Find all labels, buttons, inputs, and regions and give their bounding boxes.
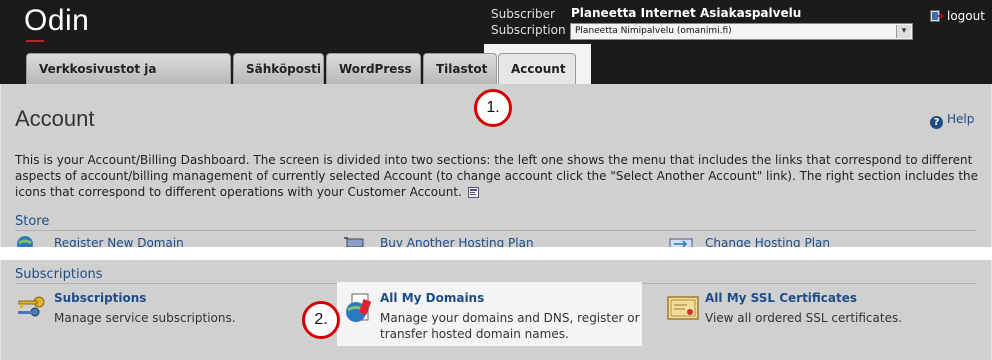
desc-line: Manage your domains and DNS, register or [380, 311, 640, 325]
tab-account[interactable]: Account [498, 53, 576, 85]
subscriber-value: Planeetta Internet Asiakaspalvelu [571, 6, 802, 20]
page-description-text: This is your Account/Billing Dashboard. … [15, 153, 979, 199]
info-icon[interactable] [467, 187, 479, 198]
logout-link[interactable]: logout [930, 9, 985, 23]
subscription-label: Subscription [491, 23, 566, 37]
all-my-ssl-certificates-link[interactable]: All My SSL Certificates [705, 291, 857, 305]
all-my-ssl-certificates-desc: View all ordered SSL certificates. [705, 310, 902, 326]
subscriptions-section-title: Subscriptions [15, 267, 103, 282]
subscription-select-value: Planeetta Nimipalvelu (omanimi.fi) [575, 26, 732, 36]
logout-icon [930, 10, 944, 22]
desc-line: Manage service subscriptions. [54, 311, 236, 325]
tab-label: WordPress [339, 62, 412, 76]
logout-label: logout [947, 9, 985, 23]
certificate-icon [667, 296, 699, 320]
tab-label: Sähköposti [246, 62, 322, 76]
all-my-domains-desc: Manage your domains and DNS, register or… [380, 310, 640, 342]
app-logo: Odin [24, 4, 90, 37]
store-section-title: Store [15, 214, 50, 229]
chevron-down-icon[interactable]: ▾ [896, 25, 911, 38]
keys-icon [18, 296, 45, 317]
callout-marker-2: 2. [302, 301, 340, 339]
help-icon: ? [930, 116, 943, 129]
logo-accent [26, 40, 44, 42]
page-title: Account [15, 106, 95, 131]
subscriptions-link[interactable]: Subscriptions [54, 291, 146, 305]
desc-line: View all ordered SSL certificates. [705, 311, 903, 325]
subscriptions-desc: Manage service subscriptions. [54, 310, 236, 326]
tab-statistics[interactable]: Tilastot [423, 53, 497, 85]
domains-icon [346, 293, 372, 322]
subscription-select[interactable]: Planeetta Nimipalvelu (omanimi.fi) ▾ [570, 23, 913, 40]
all-my-domains-link[interactable]: All My Domains [380, 291, 484, 305]
desc-line: transfer hosted domain names. [380, 327, 569, 341]
help-link[interactable]: ? Help [930, 112, 974, 129]
page-description: This is your Account/Billing Dashboard. … [15, 152, 980, 200]
tab-label: Account [511, 62, 566, 76]
store-divider [15, 230, 977, 231]
callout-marker-1: 1. [474, 89, 512, 127]
subscriber-label: Subscriber [491, 7, 555, 21]
section-separator [0, 247, 992, 260]
help-label: Help [947, 112, 975, 126]
tab-wordpress[interactable]: WordPress [326, 53, 421, 85]
tab-label: Tilastot [436, 62, 488, 76]
tab-email[interactable]: Sähköposti [233, 53, 324, 85]
tab-websites-domains[interactable]: Verkkosivustot ja toimialueet [26, 53, 231, 106]
